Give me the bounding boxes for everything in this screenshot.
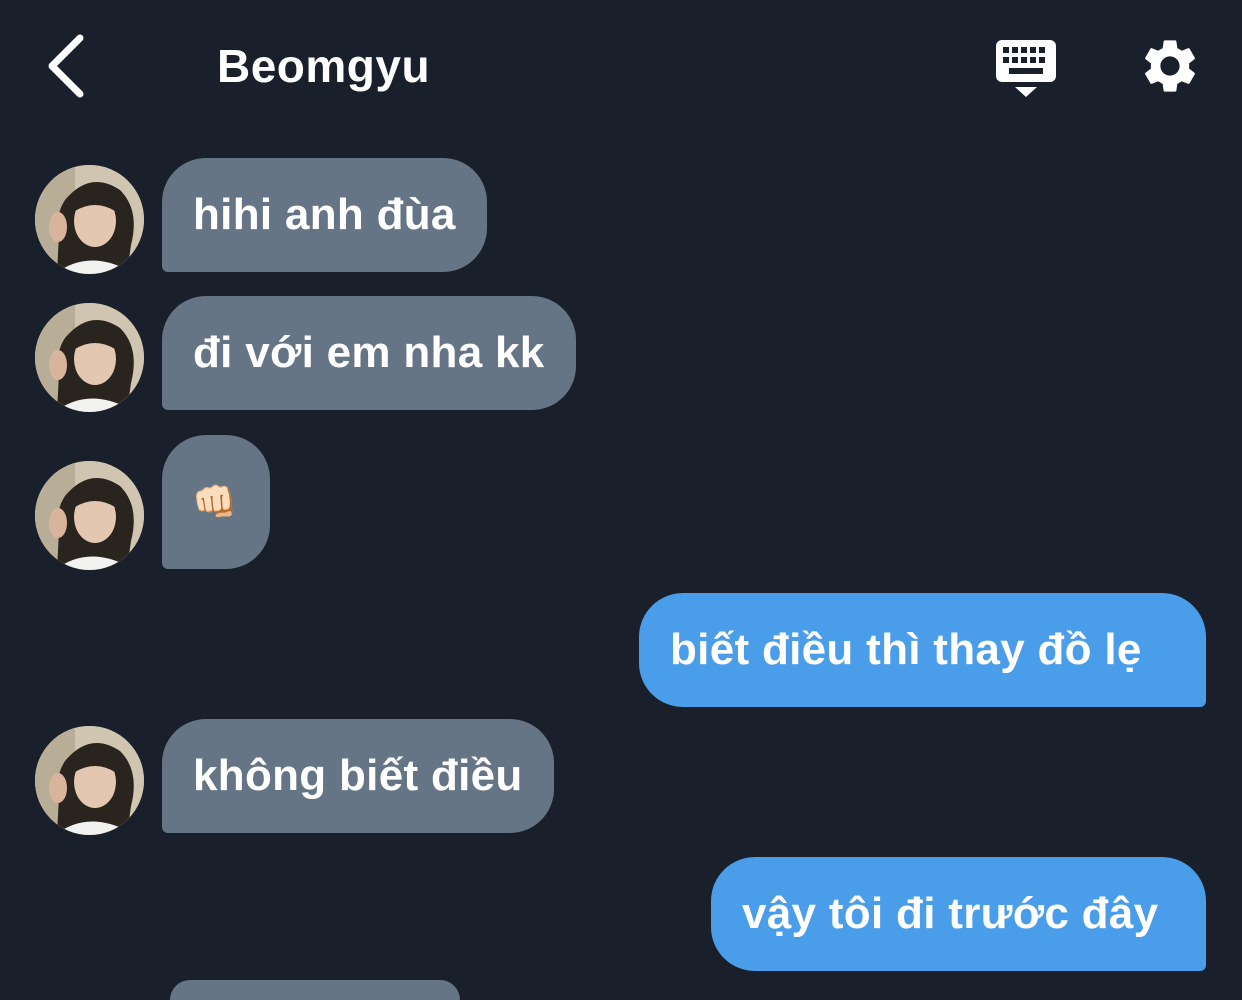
contact-avatar[interactable]	[35, 726, 144, 835]
message-bubble-received[interactable]: đi với em nha kk	[162, 296, 576, 410]
contact-name: Beomgyu	[217, 40, 431, 92]
message-bubble-received[interactable]: hihi anh đùa	[162, 158, 487, 272]
message-bubble-received[interactable]: không biết điều	[162, 719, 554, 833]
back-button[interactable]	[38, 30, 98, 102]
message-bubble-sent[interactable]: vậy tôi đi trước đây	[711, 857, 1206, 971]
keyboard-icon	[996, 40, 1056, 97]
chat-header: Beomgyu	[0, 0, 1242, 130]
settings-button[interactable]	[1138, 34, 1202, 98]
keyboard-button[interactable]	[993, 36, 1059, 102]
message-bubble-received-emoji[interactable]: 👊🏻	[162, 435, 270, 569]
gear-icon	[1145, 40, 1195, 92]
message-bubble-partial	[170, 980, 460, 1000]
contact-avatar[interactable]	[35, 461, 144, 570]
contact-avatar[interactable]	[35, 165, 144, 274]
message-bubble-sent[interactable]: biết điều thì thay đồ lẹ	[639, 593, 1206, 707]
chevron-left-icon	[48, 34, 84, 98]
contact-avatar[interactable]	[35, 303, 144, 412]
